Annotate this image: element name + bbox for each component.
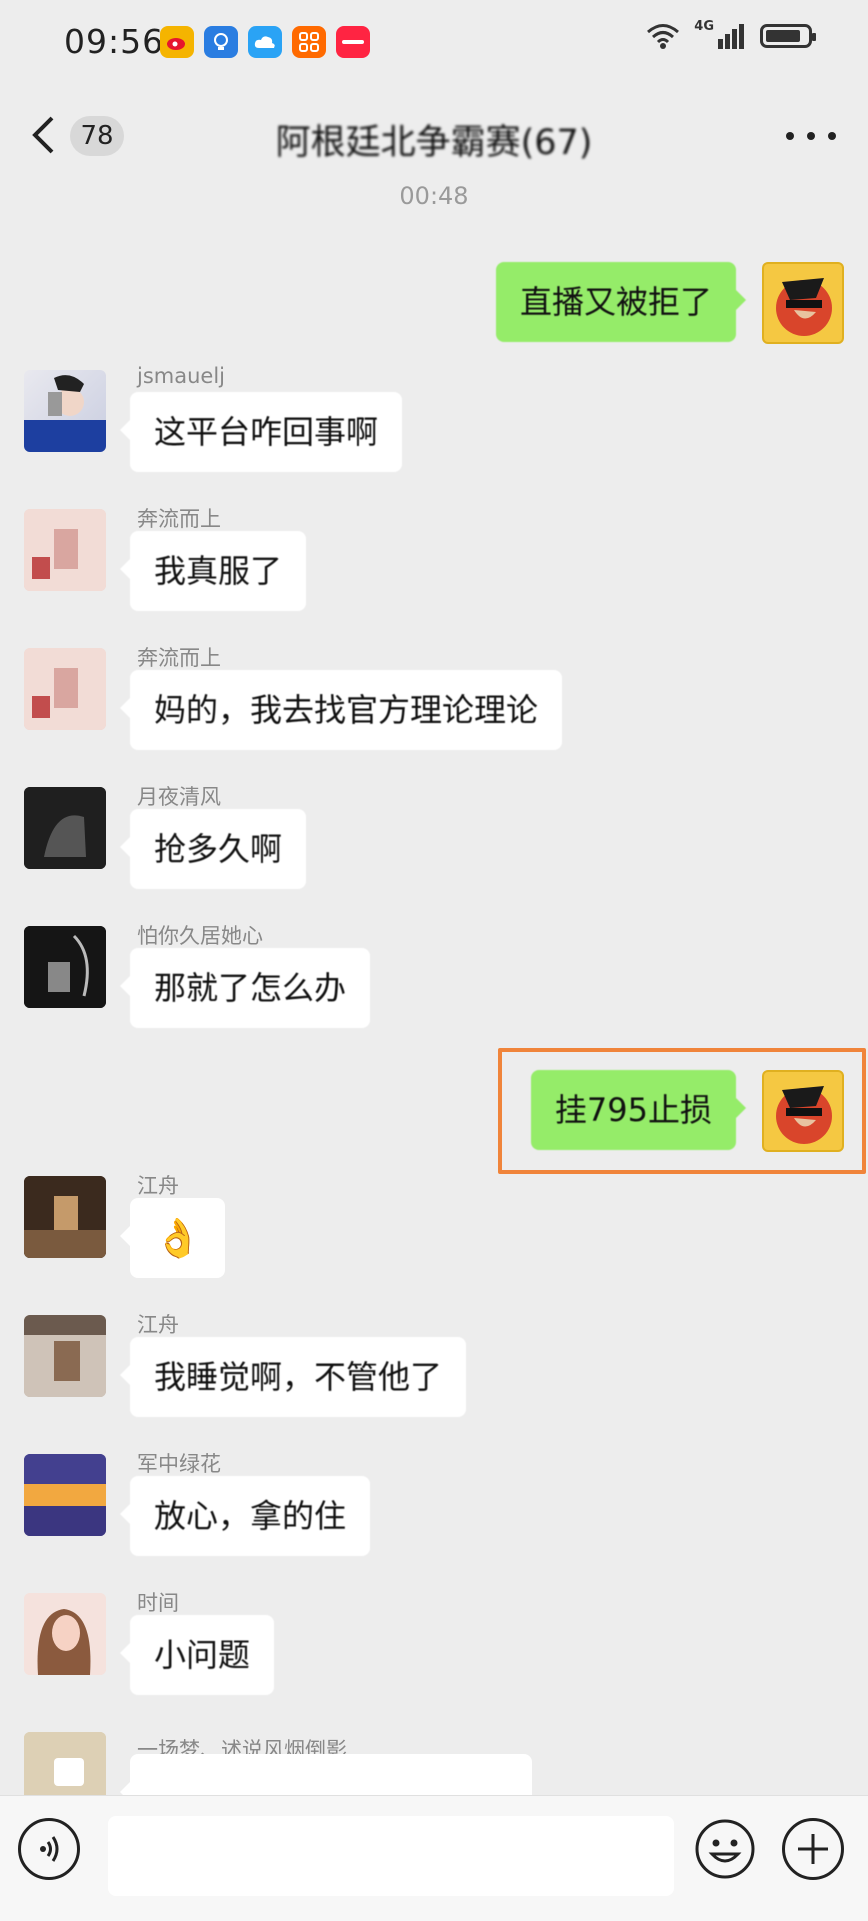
avatar[interactable] [24,1176,106,1258]
more-actions-button[interactable] [782,1818,844,1880]
message-bubble[interactable] [120,1754,532,1795]
message-bubble[interactable]: 放心，拿的住 [119,1476,371,1556]
more-options-button[interactable] [786,116,836,156]
chevron-left-icon [32,116,54,154]
message-row: 江舟 👌 [0,1174,868,1286]
message-row: 时间 小问题 [0,1591,868,1703]
status-bar: 09:56 4G [0,0,868,86]
message-bubble[interactable]: 抢多久啊 [119,809,307,889]
message-bubble[interactable]: 挂795止损 [530,1070,747,1150]
sender-name: jsmauelj [137,364,225,388]
sender-name: 奔流而上 [137,507,221,531]
more-dot-icon [807,132,815,140]
avatar[interactable] [24,1732,106,1795]
sender-name: 月夜清风 [137,785,221,809]
group-title: 阿根廷北争霸赛(67) [275,123,593,163]
message-row: 一场梦、述说风烟倒影 [0,1732,868,1795]
message-bubble[interactable]: 妈的，我去找官方理论理论 [119,670,563,750]
avatar[interactable] [24,787,106,869]
sender-name: 奔流而上 [137,646,221,670]
sender-name: 时间 [137,1591,179,1615]
emoji-button[interactable] [694,1818,756,1880]
message-bubble[interactable]: 我真服了 [119,531,307,611]
unread-count-badge[interactable]: 78 [70,116,124,156]
message-bubble[interactable]: 直播又被拒了 [495,262,747,342]
message-row: 奔流而上 我真服了 [0,507,868,619]
message-row: 江舟 我睡觉啊，不管他了 [0,1313,868,1425]
more-dot-icon [828,132,836,140]
xiaohongshu-app-icon [336,26,370,58]
message-bubble[interactable]: 👌 [119,1198,226,1278]
message-row: 怕你久居她心 那就了怎么办 [0,924,868,1036]
weibo-icon [160,26,194,58]
message-row: 月夜清风 抢多久啊 [0,785,868,897]
message-row: 军中绿花 放心，拿的住 [0,1452,868,1564]
input-bar [0,1795,868,1921]
avatar[interactable] [24,1593,106,1675]
message-bubble[interactable]: 这平台咋回事啊 [119,392,403,472]
avatar[interactable] [24,926,106,1008]
sender-name: 江舟 [137,1174,179,1198]
avatar[interactable] [24,648,106,730]
avatar[interactable] [24,1454,106,1536]
message-row: jsmauelj 这平台咋回事啊 [0,364,868,480]
sender-name: 怕你久居她心 [137,924,263,948]
taobao-app-icon [292,26,326,58]
voice-icon [40,1836,59,1862]
back-button[interactable] [30,110,70,160]
status-time: 09:56 [64,22,165,61]
bulb-app-icon [204,26,238,58]
avatar[interactable] [24,370,106,452]
message-bubble[interactable]: 我睡觉啊，不管他了 [119,1337,467,1417]
signal-icon [718,24,744,49]
avatar[interactable] [24,1315,106,1397]
sender-name: 军中绿花 [137,1452,221,1476]
smiley-icon [695,1819,755,1879]
voice-input-button[interactable] [18,1818,80,1880]
chat-timestamp: 00:48 [399,182,469,210]
avatar[interactable] [24,509,106,591]
battery-icon [760,24,816,48]
sender-name: 江舟 [137,1313,179,1337]
message-input[interactable] [108,1816,674,1896]
message-row: 奔流而上 妈的，我去找官方理论理论 [0,646,868,758]
more-dot-icon [786,132,794,140]
status-indicators: 4G [646,18,816,50]
message-bubble[interactable]: 那就了怎么办 [119,948,371,1028]
cloud-app-icon [248,26,282,58]
avatar[interactable] [762,262,844,344]
network-type: 4G [694,18,714,34]
message-bubble[interactable]: 小问题 [119,1615,275,1695]
notification-icons [160,26,370,58]
wifi-icon [647,24,680,49]
message-row: 直播又被拒了 [0,262,868,346]
chat-header: 78 阿根廷北争霸赛(67) [0,86,868,186]
avatar[interactable] [762,1070,844,1152]
message-row: 挂795止损 [0,1070,868,1154]
